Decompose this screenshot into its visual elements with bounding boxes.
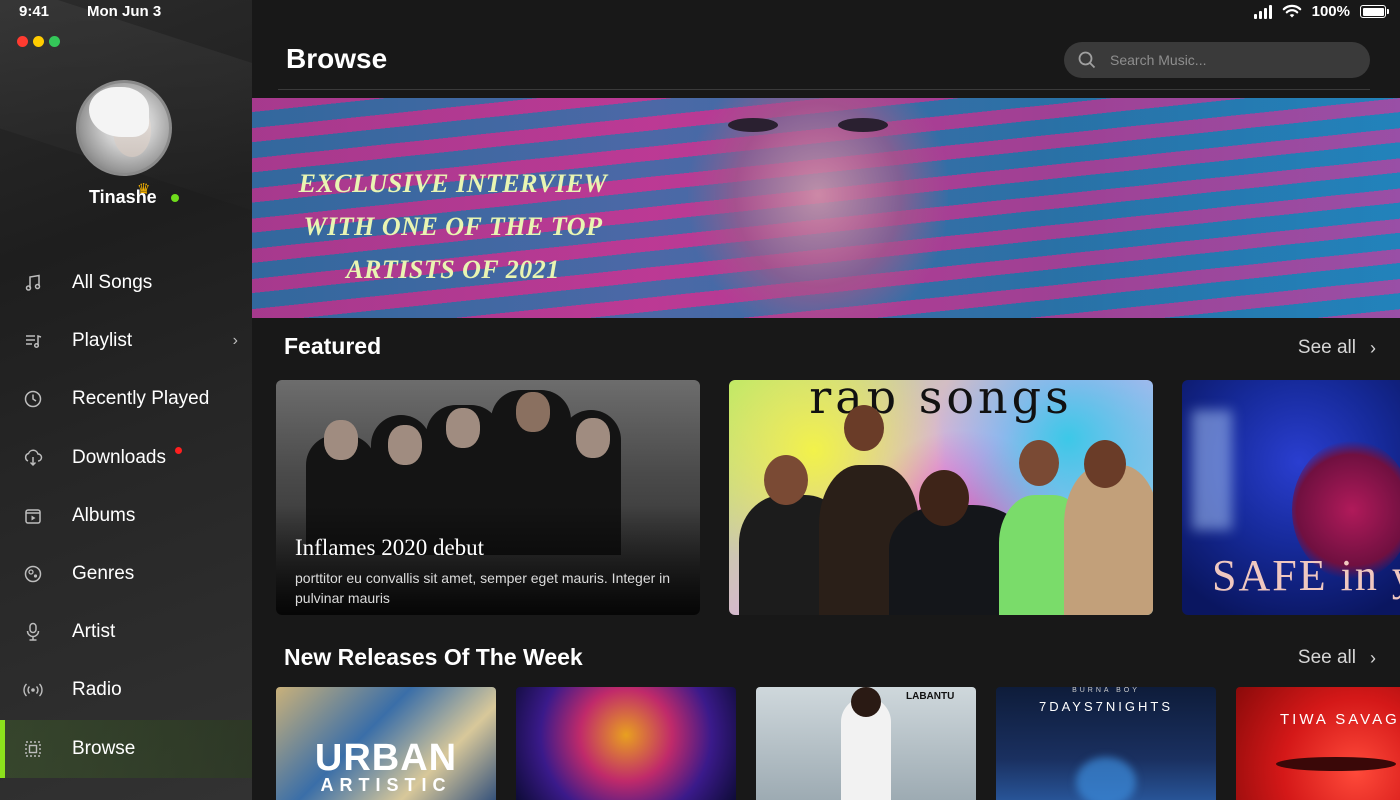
featured-see-all-link[interactable]: See all › (1298, 337, 1376, 359)
notification-badge (175, 446, 182, 454)
featured-card-image-text: SAFE in your AR (1212, 551, 1400, 600)
release-card-image-text: URBAN (314, 737, 458, 779)
header-divider (278, 89, 1370, 90)
chevron-right-icon: › (1370, 647, 1376, 668)
battery-icon (1360, 5, 1389, 18)
release-card[interactable]: TIWA SAVAG (1236, 687, 1400, 800)
release-card-image-text: TIWA SAVAG (1280, 711, 1400, 728)
featured-card[interactable]: rap songs (729, 380, 1153, 615)
maximize-window-button[interactable] (49, 36, 60, 47)
music-app-window: 9:41 Mon Jun 3 100% ♛ Tinashe All Songs … (0, 0, 1400, 800)
see-all-label: See all (1297, 337, 1356, 358)
artist-icon (23, 622, 43, 642)
new-releases-section-title: New Releases Of The Week (284, 644, 583, 670)
download-cloud-icon (23, 448, 43, 468)
search-icon (1078, 51, 1096, 69)
hero-artist-image (688, 98, 948, 318)
release-card-image-text: LABANTU (906, 691, 955, 702)
sidebar-item-label: Radio (72, 679, 122, 701)
release-card-image-text: 7DAYS7NIGHTS (1038, 699, 1173, 714)
sidebar-item-label: Playlist (72, 330, 133, 352)
sidebar-item-browse[interactable]: Browse (0, 719, 252, 778)
online-status-indicator (171, 194, 179, 202)
close-window-button[interactable] (17, 36, 28, 47)
hero-headline-line: WITH ONE OF THE TOP (303, 212, 603, 241)
release-card[interactable]: LABANTU (756, 687, 976, 800)
battery-percentage: 100% (1311, 3, 1350, 20)
status-date: Mon Jun 3 (87, 3, 162, 20)
sidebar-item-label: Albums (72, 504, 136, 526)
status-time: 9:41 (19, 3, 50, 20)
featured-card-subtitle: porttitor eu convallis sit amet, semper … (295, 570, 671, 606)
release-card-image-text: BURNA BOY (1072, 687, 1140, 694)
sidebar-item-label: Downloads (72, 446, 166, 468)
wifi-icon (1282, 4, 1301, 18)
minimize-window-button[interactable] (33, 36, 44, 47)
sidebar-item-artist[interactable]: Artist (0, 603, 252, 661)
status-icons: 100% (1253, 3, 1389, 20)
release-card[interactable]: URBAN ARTISTIC (276, 687, 496, 800)
music-note-icon (23, 273, 43, 293)
sidebar: ♛ Tinashe All Songs Playlist › Recently … (0, 0, 252, 800)
browse-icon (23, 739, 43, 759)
sidebar-item-recently-played[interactable]: Recently Played (0, 370, 252, 428)
hero-headline-line: ARTISTS OF 2021 (346, 255, 560, 284)
profile-name: Tinashe (89, 187, 157, 207)
release-card[interactable] (516, 687, 736, 800)
cellular-signal-icon (1253, 4, 1272, 19)
see-all-label: See all (1297, 647, 1356, 668)
release-card[interactable]: BURNA BOY 7DAYS7NIGHTS (996, 687, 1216, 800)
chevron-right-icon: › (1370, 337, 1376, 358)
sidebar-item-radio[interactable]: Radio (0, 661, 252, 719)
sidebar-item-label: Recently Played (72, 388, 210, 410)
new-releases-see-all-link[interactable]: See all › (1298, 647, 1376, 669)
hero-headline: EXCLUSIVE INTERVIEW WITH ONE OF THE TOP … (268, 162, 638, 291)
sidebar-item-all-songs[interactable]: All Songs (0, 254, 252, 312)
sidebar-item-albums[interactable]: Albums (0, 487, 252, 545)
sidebar-item-playlist[interactable]: Playlist › (0, 312, 252, 370)
hero-banner[interactable]: EXCLUSIVE INTERVIEW WITH ONE OF THE TOP … (252, 98, 1400, 318)
sidebar-item-label: Browse (72, 737, 136, 759)
featured-section-title: Featured (284, 333, 382, 359)
page-title: Browse (286, 43, 388, 74)
sidebar-item-label: Artist (72, 621, 116, 643)
playlist-icon (23, 331, 43, 351)
genres-icon (23, 564, 43, 584)
clock-icon (23, 389, 43, 409)
sidebar-item-label: All Songs (72, 272, 153, 294)
search-bar[interactable] (1064, 42, 1370, 78)
hero-headline-line: EXCLUSIVE INTERVIEW (298, 169, 608, 198)
release-card-image-text: ARTISTIC (320, 775, 452, 795)
featured-card[interactable]: Inflames 2020 debut porttitor eu convall… (276, 380, 700, 615)
sidebar-item-genres[interactable]: Genres (0, 545, 252, 603)
radio-icon (23, 680, 43, 700)
avatar[interactable] (76, 80, 172, 176)
search-input[interactable] (1110, 52, 1350, 68)
featured-card-image-text: rap songs (809, 380, 1073, 424)
sidebar-item-downloads[interactable]: Downloads (0, 429, 252, 487)
featured-card[interactable]: SAFE in your AR (1182, 380, 1400, 615)
album-icon (23, 506, 43, 526)
sidebar-item-label: Genres (72, 563, 135, 585)
sidebar-nav: All Songs Playlist › Recently Played Dow… (0, 254, 252, 778)
main-content: Browse EXCLUSIVE INTERVIEW WITH ONE OF T… (252, 0, 1400, 800)
window-controls (17, 36, 60, 47)
chevron-right-icon: › (232, 332, 238, 350)
featured-card-title: Inflames 2020 debut (295, 535, 485, 560)
